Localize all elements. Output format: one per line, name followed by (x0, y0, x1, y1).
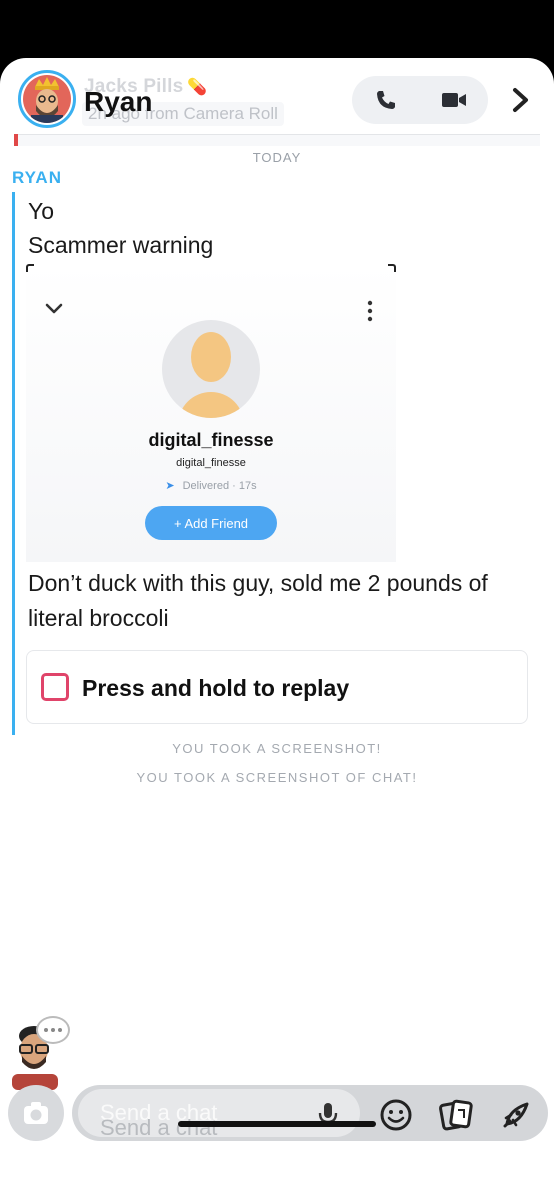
replay-label: Press and hold to replay (82, 675, 350, 701)
screenshot-notice: YOU TOOK A SCREENSHOT! (172, 741, 382, 756)
default-profile-icon (162, 320, 260, 418)
profile-display-name: digital_finesse (148, 430, 274, 450)
add-friend-button: + Add Friend (145, 506, 277, 540)
message-text[interactable]: Yo (28, 198, 54, 225)
emoji-button[interactable] (378, 1097, 414, 1133)
kebab-menu-icon (366, 300, 374, 327)
contact-avatar[interactable] (18, 70, 76, 128)
smiley-icon (380, 1099, 412, 1131)
chevron-right-icon (513, 88, 528, 112)
bitmoji-avatar-image (23, 75, 71, 123)
chat-header: Jacks Pills 💊 2h ago from Camera Roll Rya… (0, 58, 554, 138)
previous-message-marker (14, 134, 18, 146)
phone-icon (377, 91, 395, 109)
profile-username: digital_finesse (176, 457, 246, 469)
delivered-status: ➤ Delivered · 17s (26, 479, 396, 492)
video-camera-icon (442, 93, 466, 107)
typing-bubble-icon (36, 1016, 70, 1044)
more-button[interactable] (505, 80, 537, 120)
date-separator: TODAY (252, 150, 302, 165)
home-indicator[interactable] (178, 1121, 376, 1127)
image-corner (388, 264, 396, 272)
memories-button[interactable] (438, 1097, 474, 1133)
snap-square-icon (41, 673, 69, 701)
shared-screenshot-image[interactable]: digital_finesse digital_finesse ➤ Deliver… (26, 264, 396, 562)
sender-name: RYAN (12, 168, 62, 187)
call-controls (352, 76, 488, 124)
chat-input-ghost: Send a chat (100, 1115, 218, 1140)
contact-name[interactable]: Ryan (84, 86, 152, 118)
video-call-button[interactable] (420, 76, 488, 124)
composer-bar: Send a chat (0, 1085, 554, 1145)
chat-screen: Jacks Pills 💊 2h ago from Camera Roll Rya… (0, 58, 554, 1200)
chevron-down-icon (44, 302, 64, 321)
rocket-icon (503, 1102, 529, 1128)
message-text[interactable]: Scammer warning (28, 232, 213, 259)
camera-icon (24, 1102, 48, 1124)
send-arrow-icon: ➤ (165, 480, 175, 492)
games-button[interactable] (498, 1097, 534, 1133)
cards-icon (439, 1099, 473, 1131)
silhouette-body (178, 392, 244, 418)
microphone-button[interactable] (310, 1097, 346, 1133)
silhouette-head (191, 332, 231, 382)
camera-button[interactable] (8, 1085, 64, 1141)
voice-call-button[interactable] (352, 76, 420, 124)
delivered-text: Delivered · 17s (182, 480, 257, 492)
replay-snap-button[interactable]: Press and hold to replay (26, 650, 528, 724)
header-divider (14, 134, 540, 146)
pill-emoji-icon: 💊 (187, 79, 208, 96)
message-group-bar (12, 192, 15, 735)
screenshot-notice: YOU TOOK A SCREENSHOT OF CHAT! (136, 770, 418, 785)
message-text[interactable]: Don’t duck with this guy, sold me 2 poun… (28, 566, 538, 636)
image-corner (26, 264, 34, 272)
